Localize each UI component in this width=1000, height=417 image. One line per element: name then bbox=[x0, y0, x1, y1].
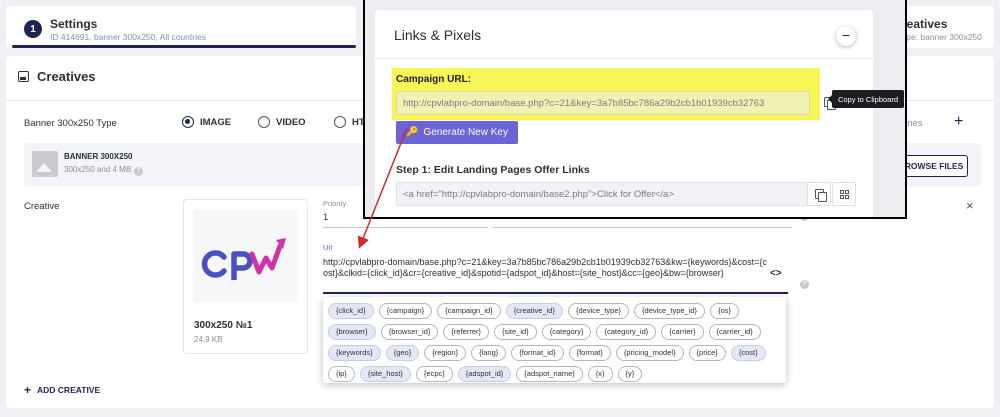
campaign-url-field[interactable]: http://cpvlabpro-domain/base.php?c=21&ke… bbox=[396, 91, 810, 115]
url-input[interactable]: http://cpvlabpro-domain/base.php?c=21&ke… bbox=[323, 257, 768, 278]
copy-offer-button[interactable] bbox=[807, 182, 831, 206]
macro-chip[interactable]: {click_id} bbox=[328, 303, 374, 319]
help-icon[interactable]: ? bbox=[134, 167, 144, 176]
macro-chip[interactable]: {cost} bbox=[730, 345, 766, 361]
radio-image[interactable]: IMAGE bbox=[182, 116, 231, 128]
macro-chip[interactable]: {price} bbox=[688, 345, 726, 361]
grid-icon bbox=[840, 190, 849, 199]
creative-label: Creative bbox=[24, 201, 60, 212]
macro-chip[interactable]: {referrer} bbox=[443, 324, 489, 340]
macro-chip[interactable]: {site_host} bbox=[359, 366, 411, 382]
links-pixels-card: Links & Pixels − Campaign URL: http://cp… bbox=[375, 10, 873, 217]
banner-subtitle: 300x250 and 4 MB? bbox=[64, 165, 144, 176]
creative-size: 24.9 KB bbox=[194, 335, 223, 344]
creatives-title: Creatives bbox=[37, 69, 96, 84]
radio-video-label: VIDEO bbox=[276, 116, 306, 128]
macro-chip[interactable]: {campaign_id} bbox=[437, 303, 501, 319]
banner-type-label: Banner 300x250 Type bbox=[24, 118, 117, 129]
macro-chip[interactable]: {lang} bbox=[471, 345, 507, 361]
image-placeholder-icon bbox=[32, 151, 58, 177]
url-label: Url bbox=[323, 243, 333, 252]
close-icon[interactable]: × bbox=[966, 198, 974, 213]
copy-to-clipboard-tooltip: Copy to Clipboard bbox=[828, 90, 904, 108]
macro-chip[interactable]: {ecpc} bbox=[415, 366, 453, 382]
url-underline-active bbox=[323, 292, 788, 294]
radio-selected-icon[interactable] bbox=[182, 116, 194, 128]
step-subtitle: ID 414691, banner 300x250, All countries bbox=[50, 32, 206, 42]
creative-thumbnail-card[interactable]: 300x250 №1 24.9 KB bbox=[183, 199, 308, 354]
macro-chip[interactable]: {creative_id} bbox=[505, 303, 563, 319]
macro-chip[interactable]: {browser} bbox=[328, 324, 376, 340]
divider bbox=[375, 58, 873, 59]
generate-new-key-label: Generate New Key bbox=[423, 127, 508, 138]
step-subtitle-creatives: ype: banner 300x250 bbox=[902, 32, 982, 42]
step1-label: Step 1: Edit Landing Pages Offer Links bbox=[396, 164, 590, 176]
browse-files-button[interactable]: ROWSE FILES bbox=[900, 155, 968, 177]
field-underline bbox=[492, 227, 792, 228]
macro-chip[interactable]: {keywords} bbox=[328, 345, 381, 361]
macro-chip[interactable]: {y} bbox=[617, 366, 643, 382]
creative-logo-image bbox=[194, 210, 298, 302]
macro-chip[interactable]: {site_id} bbox=[494, 324, 537, 340]
macro-chip[interactable]: {pricing_model} bbox=[615, 345, 684, 361]
macro-chip[interactable]: {geo} bbox=[385, 345, 420, 361]
generate-new-key-button[interactable]: 🔑 Generate New Key bbox=[396, 121, 518, 144]
code-icon[interactable]: <> bbox=[770, 268, 782, 279]
priority-label: Priority bbox=[323, 199, 347, 208]
campaign-url-label: Campaign URL: bbox=[396, 74, 471, 85]
macro-chip[interactable]: {adspot_name} bbox=[516, 366, 583, 382]
url-help-icon[interactable]: ? bbox=[800, 280, 809, 289]
offer-link-field[interactable]: <a href="http://cpvlabpro-domain/base2.p… bbox=[396, 182, 808, 206]
macro-chip[interactable]: {format} bbox=[568, 345, 611, 361]
macro-chip[interactable]: {ip} bbox=[328, 366, 355, 382]
macro-chip[interactable]: {region} bbox=[424, 345, 467, 361]
collapse-button[interactable]: − bbox=[836, 26, 856, 46]
priority-underline bbox=[323, 227, 488, 228]
macro-chip[interactable]: {adspot_id} bbox=[457, 366, 512, 382]
step-progress-bar bbox=[12, 45, 356, 48]
links-pixels-title: Links & Pixels bbox=[394, 27, 482, 43]
key-icon: 🔑 bbox=[406, 127, 419, 138]
radio-icon[interactable] bbox=[258, 116, 270, 128]
macro-suggestions-panel: {click_id} {campaign} {campaign_id} {creati… bbox=[323, 297, 786, 383]
macro-chip[interactable]: {x} bbox=[587, 366, 613, 382]
creative-name: 300x250 №1 bbox=[194, 320, 253, 331]
creatives-header: Creatives bbox=[18, 69, 96, 84]
cpv-logo-icon bbox=[201, 238, 286, 280]
add-creative-label: ADD CREATIVE bbox=[37, 385, 101, 395]
radio-image-label: IMAGE bbox=[200, 116, 232, 128]
priority-input[interactable]: 1 bbox=[323, 212, 328, 223]
macro-chip[interactable]: {device_type} bbox=[567, 303, 630, 319]
macro-chip[interactable]: {carrier_id} bbox=[708, 324, 761, 340]
macro-chip[interactable]: {browser_id} bbox=[380, 324, 439, 340]
step-title: Settings bbox=[50, 17, 98, 31]
banner-size-text: 300x250 and 4 MB bbox=[64, 165, 132, 174]
step-title-creatives: reatives bbox=[902, 17, 948, 31]
radio-video[interactable]: VIDEO bbox=[258, 116, 306, 128]
radio-html[interactable]: HT bbox=[334, 116, 365, 128]
add-plus-icon[interactable]: + bbox=[954, 113, 963, 131]
macro-chip[interactable]: {os} bbox=[710, 303, 739, 319]
copy-icon bbox=[813, 188, 827, 202]
add-icon: + bbox=[24, 383, 32, 397]
step-number-badge: 1 bbox=[24, 20, 42, 38]
macro-chip[interactable]: {carrier} bbox=[661, 324, 704, 340]
macro-chip[interactable]: {campaign} bbox=[378, 303, 433, 319]
macro-chip[interactable]: {format_id} bbox=[511, 345, 564, 361]
add-creative-button[interactable]: + ADD CREATIVE bbox=[24, 383, 100, 397]
macro-chip[interactable]: {category} bbox=[541, 324, 592, 340]
macro-chip[interactable]: {category_id} bbox=[596, 324, 657, 340]
macro-chip[interactable]: {device_type_id} bbox=[634, 303, 706, 319]
banner-title: BANNER 300X250 bbox=[64, 152, 133, 161]
image-icon bbox=[18, 71, 29, 82]
grid-button[interactable] bbox=[832, 182, 856, 206]
stepper-settings[interactable]: 1 Settings ID 414691, banner 300x250, Al… bbox=[6, 6, 356, 48]
links-pixels-overlay: Links & Pixels − Campaign URL: http://cp… bbox=[363, 0, 907, 219]
radio-icon[interactable] bbox=[334, 116, 346, 128]
